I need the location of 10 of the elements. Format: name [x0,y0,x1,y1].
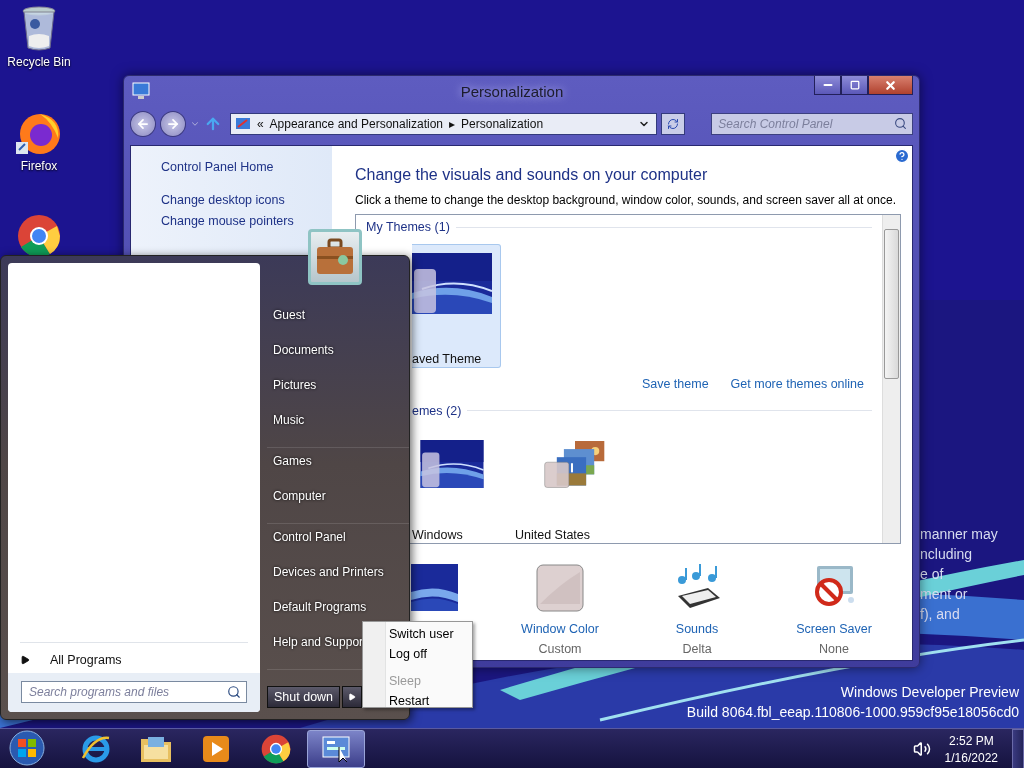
taskbar-app[interactable] [307,730,365,768]
start-button[interactable] [7,729,47,768]
show-desktop-button[interactable] [1012,729,1024,768]
media-player-icon [202,735,230,763]
folder-icon [140,735,172,763]
volume-icon[interactable] [912,740,931,758]
control-panel-icon [321,735,351,763]
clock[interactable]: 2:52 PM 1/16/2022 [944,733,998,765]
chrome-icon[interactable] [261,734,291,764]
internet-explorer-icon [81,734,111,764]
